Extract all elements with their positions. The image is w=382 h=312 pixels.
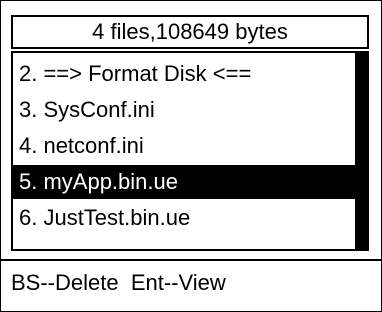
device-screen: 4 files,108649 bytes 2. ==> Format Disk … xyxy=(0,0,382,312)
file-list-item-label: 2. ==> Format Disk <== xyxy=(19,61,252,86)
file-list-item-netconf[interactable]: 4. netconf.ini xyxy=(13,129,355,163)
file-list-item-sysconf[interactable]: 3. SysConf.ini xyxy=(13,93,355,127)
file-list-item-label: 6. JustTest.bin.ue xyxy=(19,205,191,230)
file-list-item-myapp[interactable]: 5. myApp.bin.ue xyxy=(13,165,355,199)
file-list-item-format-disk[interactable]: 2. ==> Format Disk <== xyxy=(13,57,355,91)
file-list-item-label: 3. SysConf.ini xyxy=(19,97,155,122)
file-list-item-label: 4. netconf.ini xyxy=(19,133,144,158)
file-list-item-label: 5. myApp.bin.ue xyxy=(19,169,178,194)
key-hint-text: BS--Delete Ent--View xyxy=(11,270,226,295)
file-summary-text: 4 files,108649 bytes xyxy=(92,19,288,44)
file-list: 2. ==> Format Disk <== 3. SysConf.ini 4.… xyxy=(13,53,355,249)
file-list-item-justtest[interactable]: 6. JustTest.bin.ue xyxy=(13,201,355,235)
file-summary-header: 4 files,108649 bytes xyxy=(11,15,369,49)
file-list-box: 2. ==> Format Disk <== 3. SysConf.ini 4.… xyxy=(11,51,369,251)
status-divider xyxy=(1,259,381,261)
list-scrollbar[interactable] xyxy=(355,53,367,249)
